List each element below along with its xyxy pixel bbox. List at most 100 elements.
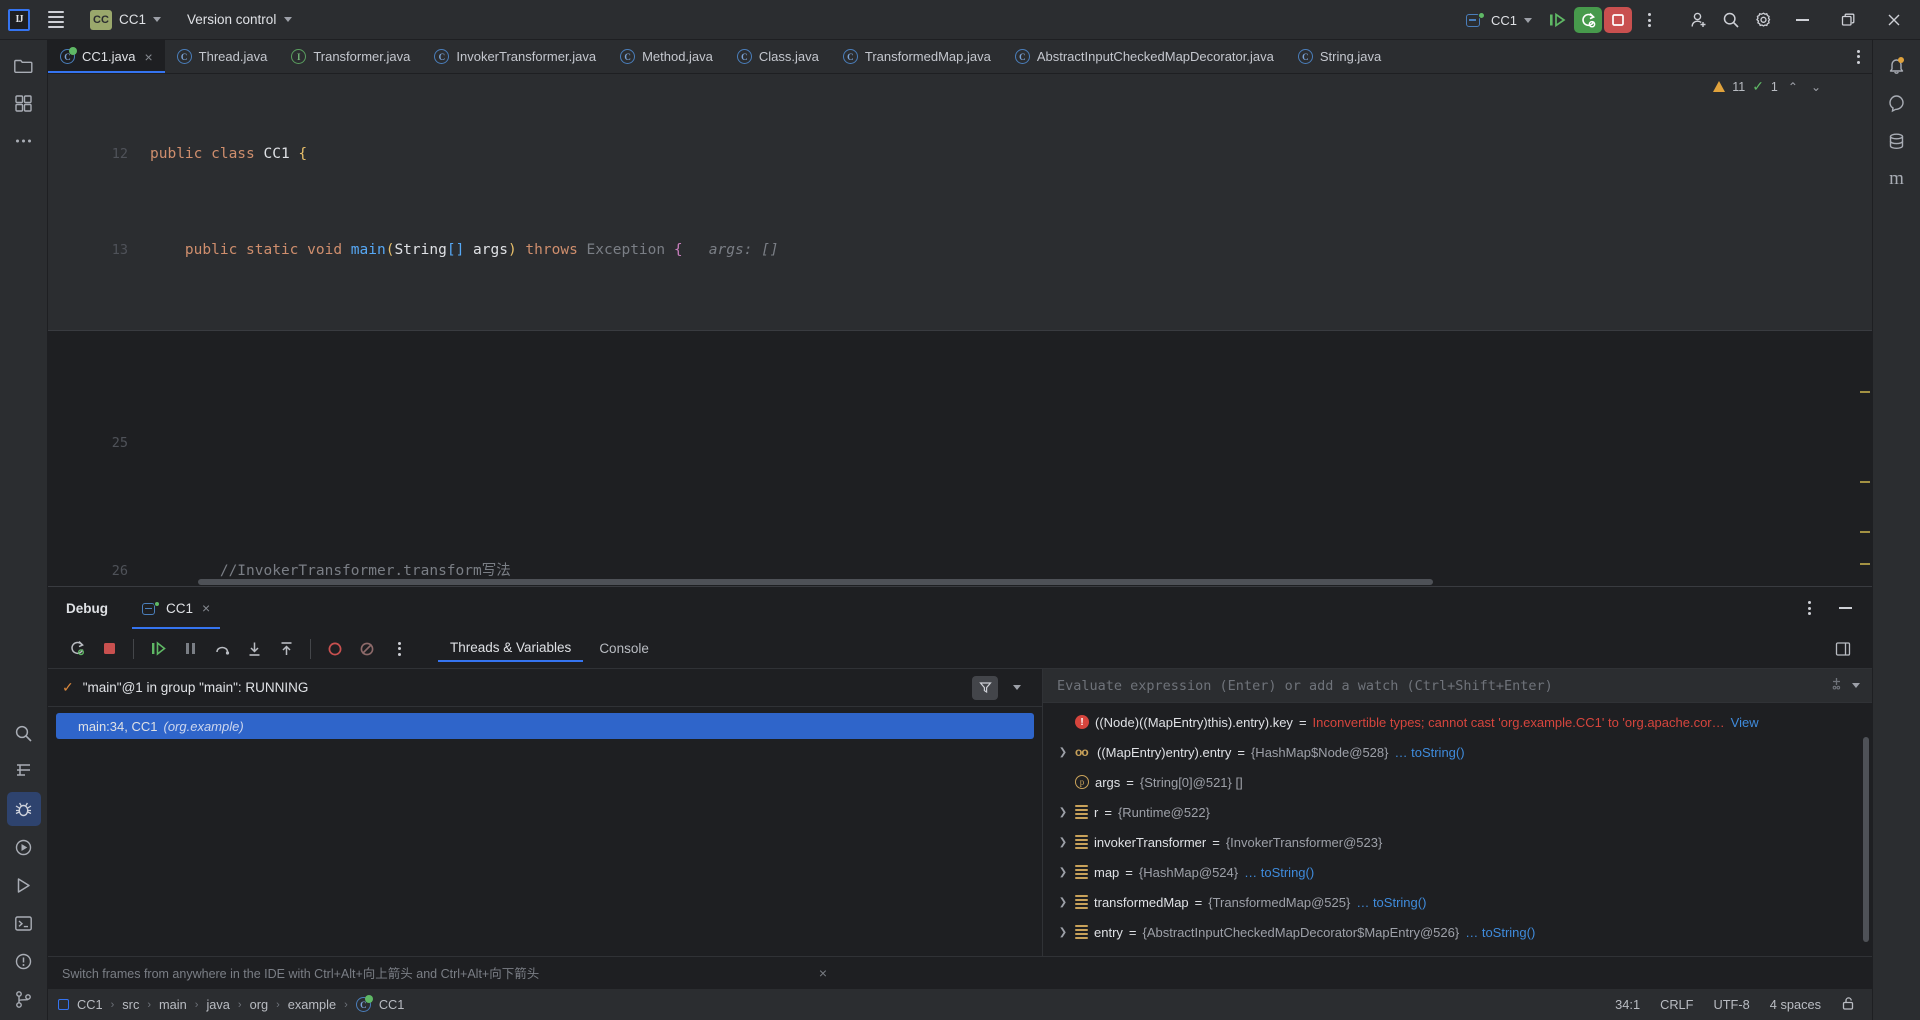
expand-twisty-icon[interactable]: ❯: [1057, 807, 1069, 818]
frame-row[interactable]: main:34, CC1 (org.example): [56, 713, 1034, 739]
editor-tab-method[interactable]: C Method.java: [608, 40, 725, 73]
editor-tab-thread[interactable]: C Thread.java: [165, 40, 280, 73]
editor-tab-abstractinputcheckedmapdecorator[interactable]: C AbstractInputCheckedMapDecorator.java: [1003, 40, 1286, 73]
tab-threads-and-variables[interactable]: Threads & Variables: [438, 635, 584, 662]
variables-scrollbar[interactable]: [1863, 737, 1869, 942]
more-actions-button[interactable]: [1634, 6, 1664, 34]
thread-selector[interactable]: ✓ "main"@1 in group "main": RUNNING: [48, 669, 1042, 707]
caret-position[interactable]: 34:1: [1615, 997, 1640, 1012]
stop-button[interactable]: [1604, 7, 1632, 33]
filter-frames-button[interactable]: [972, 675, 998, 700]
account-button[interactable]: [1684, 6, 1714, 34]
stop-debug-button[interactable]: [94, 635, 124, 663]
editor-tab-transformer[interactable]: I Transformer.java: [279, 40, 422, 73]
variable-row-entry[interactable]: ❯ entry = {AbstractInputCheckedMapDecora…: [1043, 917, 1872, 947]
editor-tabs-more-button[interactable]: [1845, 40, 1872, 73]
main-menu-button[interactable]: [42, 6, 70, 34]
maximize-window-button[interactable]: [1826, 1, 1870, 39]
variable-row-transformedmap[interactable]: ❯ transformedMap = {TransformedMap@525} …: [1043, 887, 1872, 917]
mute-breakpoints-button[interactable]: [352, 635, 382, 663]
debug-session-tab[interactable]: CC1 ×: [132, 587, 221, 629]
chevron-down-icon[interactable]: [1852, 683, 1860, 688]
breadcrumb[interactable]: CC1 › src › main › java › org › example …: [58, 995, 405, 1012]
version-control-menu[interactable]: Version control: [179, 6, 300, 34]
project-selector[interactable]: CC CC1: [82, 6, 169, 34]
variable-row-mapentry-entry[interactable]: ❯ oo ((MapEntry)entry).entry = {HashMap$…: [1043, 737, 1872, 767]
editor-tab-invokertransformer[interactable]: C InvokerTransformer.java: [422, 40, 608, 73]
tostring-link[interactable]: … toString(): [1394, 745, 1464, 760]
rerun-debug-button[interactable]: [62, 635, 92, 663]
sidebar-item-more[interactable]: [7, 124, 41, 158]
code-editor[interactable]: 11 ✓ 1 ⌃ ⌄ 12 public class CC1 { 13 publ…: [48, 74, 1872, 586]
sidebar-item-problems[interactable]: [7, 944, 41, 978]
sidebar-item-services[interactable]: [7, 868, 41, 902]
expand-twisty-icon[interactable]: ❯: [1057, 897, 1069, 908]
sidebar-item-commit[interactable]: [7, 86, 41, 120]
thread-dropdown-button[interactable]: [1002, 674, 1032, 702]
expand-twisty-icon[interactable]: ❯: [1057, 927, 1069, 938]
sidebar-item-run[interactable]: [7, 830, 41, 864]
expand-twisty-icon[interactable]: ❯: [1057, 747, 1069, 758]
sidebar-item-debug[interactable]: [6, 792, 41, 826]
variables-list[interactable]: ! ((Node)((MapEntry)this).entry).key = I…: [1043, 703, 1872, 956]
debug-more-options-button[interactable]: [384, 635, 414, 663]
step-into-button[interactable]: [239, 635, 269, 663]
database-button[interactable]: [1880, 124, 1914, 158]
editor-viewport[interactable]: 25 26 //InvokerTransformer.transform写法 2…: [48, 331, 1872, 577]
editor-tab-cc1[interactable]: C CC1.java ×: [48, 40, 165, 73]
error-stripe[interactable]: [1858, 331, 1872, 577]
rerun-button[interactable]: [1574, 7, 1602, 33]
breadcrumb-item-cc1-class[interactable]: CC1: [379, 997, 405, 1012]
editor-tab-string[interactable]: C String.java: [1286, 40, 1393, 73]
expand-twisty-icon[interactable]: ❯: [1057, 867, 1069, 878]
variable-row-args[interactable]: p args = {String[0]@521} []: [1043, 767, 1872, 797]
breadcrumb-item-example[interactable]: example: [288, 997, 336, 1012]
close-tab-button[interactable]: ×: [144, 50, 152, 64]
watch-input[interactable]: [1057, 677, 1817, 694]
pause-program-button[interactable]: [175, 635, 205, 663]
layout-settings-button[interactable]: [1828, 635, 1858, 663]
sidebar-item-terminal[interactable]: [7, 906, 41, 940]
breadcrumb-item-org[interactable]: org: [250, 997, 269, 1012]
variable-row-node-mapentry-key[interactable]: ! ((Node)((MapEntry)this).entry).key = I…: [1043, 707, 1872, 737]
resume-program-button[interactable]: [143, 635, 173, 663]
expand-twisty-icon[interactable]: ❯: [1057, 837, 1069, 848]
file-encoding[interactable]: UTF-8: [1714, 997, 1750, 1012]
minimize-window-button[interactable]: [1780, 1, 1824, 39]
sidebar-item-find[interactable]: [7, 716, 41, 750]
sidebar-item-project[interactable]: [7, 48, 41, 82]
ai-assistant-button[interactable]: [1880, 86, 1914, 120]
maven-button[interactable]: m: [1880, 162, 1914, 196]
debug-button[interactable]: [1542, 6, 1572, 34]
notifications-button[interactable]: [1880, 48, 1914, 82]
tostring-link[interactable]: … toString(): [1244, 865, 1314, 880]
unlocked-icon[interactable]: [1841, 996, 1856, 1014]
editor-horizontal-scrollbar[interactable]: [48, 577, 1872, 586]
breadcrumb-item-main[interactable]: main: [159, 997, 187, 1012]
view-link[interactable]: View: [1731, 715, 1759, 730]
add-watch-icon[interactable]: [1829, 676, 1844, 696]
step-out-button[interactable]: [271, 635, 301, 663]
tostring-link[interactable]: … toString(): [1465, 925, 1535, 940]
line-separator[interactable]: CRLF: [1660, 997, 1693, 1012]
indent-setting[interactable]: 4 spaces: [1770, 997, 1821, 1012]
chevron-up-icon[interactable]: ⌃: [1785, 80, 1801, 94]
editor-tab-transformedmap[interactable]: C TransformedMap.java: [831, 40, 1003, 73]
stack-frames-list[interactable]: main:34, CC1 (org.example): [48, 707, 1042, 956]
run-configuration-selector[interactable]: CC1: [1458, 6, 1540, 34]
breadcrumb-item-cc1[interactable]: CC1: [77, 997, 103, 1012]
variable-row-map[interactable]: ❯ map = {HashMap@524} … toString(): [1043, 857, 1872, 887]
debug-panel-options-button[interactable]: [1794, 594, 1824, 622]
view-breakpoints-button[interactable]: [320, 635, 350, 663]
tab-console[interactable]: Console: [587, 636, 661, 661]
variable-row-r[interactable]: ❯ r = {Runtime@522}: [1043, 797, 1872, 827]
inspection-widget[interactable]: 11 ✓ 1 ⌃ ⌄: [1713, 78, 1824, 95]
step-over-button[interactable]: [207, 635, 237, 663]
chevron-down-icon[interactable]: ⌄: [1808, 80, 1824, 94]
settings-button[interactable]: [1748, 6, 1778, 34]
sidebar-item-structure[interactable]: [7, 754, 41, 788]
evaluate-expression-bar[interactable]: [1043, 669, 1872, 703]
close-session-button[interactable]: ×: [202, 601, 210, 615]
sidebar-item-version-control[interactable]: [7, 982, 41, 1016]
search-everywhere-button[interactable]: [1716, 6, 1746, 34]
